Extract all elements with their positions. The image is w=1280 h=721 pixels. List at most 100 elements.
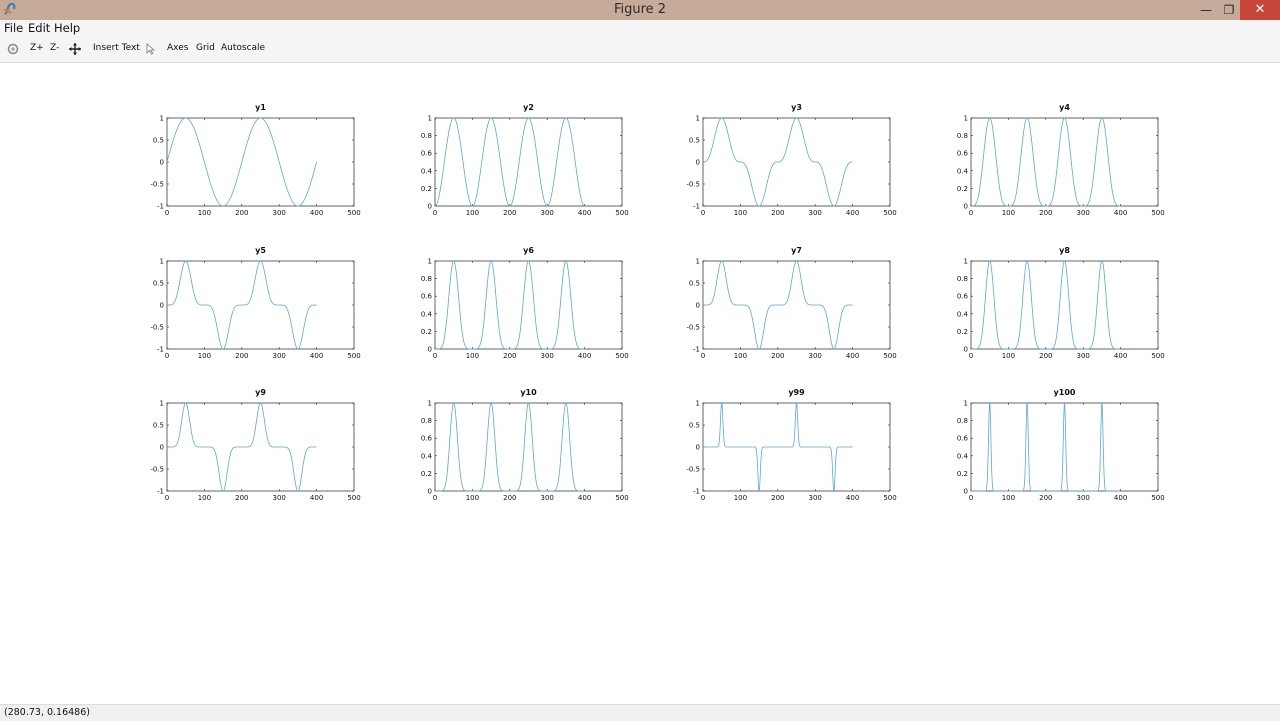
x-tick-label: 500: [347, 352, 360, 360]
x-tick-label: 500: [883, 209, 896, 217]
subplot-y4[interactable]: y4 0 100 200 300 400 500 0 0.2 0.4 0.6 0.8 1: [957, 103, 1165, 217]
x-tick-label: 400: [846, 494, 859, 502]
y-tick-label: 0.8: [421, 417, 432, 425]
x-tick-label: 100: [734, 352, 747, 360]
subplot-y1[interactable]: y1 0 100 200 300 400 500 -1 -0.5 0 0.5 1: [150, 103, 360, 217]
subplot-title: y7: [791, 246, 802, 255]
x-tick-label: 400: [310, 352, 323, 360]
x-tick-label: 100: [198, 352, 211, 360]
x-tick-label: 500: [1151, 209, 1164, 217]
subplot-y3[interactable]: y3 0 100 200 300 400 500 -1 -0.5 0 0.5 1: [686, 103, 896, 217]
x-tick-label: 0: [701, 352, 705, 360]
y-tick-label: 0: [160, 444, 164, 452]
y-tick-label: 1: [428, 400, 432, 408]
subplot-title: y3: [791, 103, 802, 112]
y-tick-label: -1: [693, 203, 700, 211]
subplot-y100[interactable]: y100 0 100 200 300 400 500 0 0.2 0.4 0.6 0.8 1: [957, 388, 1165, 502]
x-tick-label: 200: [1039, 352, 1052, 360]
x-tick-label: 400: [1114, 494, 1127, 502]
series-line-y5: [167, 260, 317, 350]
y-tick-label: 0.2: [957, 328, 968, 336]
x-tick-label: 0: [969, 494, 973, 502]
axes-box: [702, 260, 891, 350]
subplot-y6[interactable]: y6 0 100 200 300 400 500 0 0.2 0.4 0.6 0.8 1: [421, 246, 629, 360]
y-tick-label: 1: [964, 115, 968, 123]
subplot-title: y9: [255, 388, 266, 397]
x-tick-label: 300: [541, 494, 554, 502]
x-tick-label: 100: [198, 209, 211, 217]
y-tick-label: 0.8: [957, 275, 968, 283]
x-tick-label: 100: [1002, 352, 1015, 360]
y-tick-label: 0.4: [421, 452, 433, 460]
y-tick-label: 1: [964, 258, 968, 266]
series-line-y10: [435, 402, 585, 492]
x-tick-label: 100: [734, 209, 747, 217]
x-tick-label: 0: [433, 352, 437, 360]
y-tick-label: 0.5: [153, 280, 164, 288]
x-tick-label: 200: [771, 352, 784, 360]
series-line-y3: [703, 117, 853, 207]
subplot-title: y2: [523, 103, 534, 112]
x-tick-label: 200: [503, 209, 516, 217]
x-tick-label: 200: [771, 494, 784, 502]
subplot-y2[interactable]: y2 0 100 200 300 400 500 0 0.2 0.4 0.6 0.8 1: [421, 103, 629, 217]
y-tick-label: 0.4: [957, 310, 969, 318]
x-tick-label: 500: [1151, 352, 1164, 360]
y-tick-label: 0.4: [957, 167, 969, 175]
x-tick-label: 100: [466, 352, 479, 360]
x-tick-label: 400: [578, 352, 591, 360]
x-tick-label: 500: [615, 209, 628, 217]
y-tick-label: 0: [964, 488, 968, 496]
x-tick-label: 400: [1114, 352, 1127, 360]
series-line-y8: [971, 260, 1121, 350]
x-tick-label: 500: [883, 352, 896, 360]
subplot-y5[interactable]: y5 0 100 200 300 400 500 -1 -0.5 0 0.5 1: [150, 246, 360, 360]
y-tick-label: 0.4: [421, 167, 433, 175]
x-tick-label: 400: [578, 494, 591, 502]
y-tick-label: 0: [696, 159, 700, 167]
subplot-y9[interactable]: y9 0 100 200 300 400 500 -1 -0.5 0 0.5 1: [150, 388, 360, 502]
x-tick-label: 400: [310, 494, 323, 502]
y-tick-label: 1: [428, 115, 432, 123]
series-line-y9: [167, 402, 317, 492]
cursor-coordinates: (280.73, 0.16486): [4, 707, 90, 718]
x-tick-label: 200: [1039, 494, 1052, 502]
x-tick-label: 400: [1114, 209, 1127, 217]
y-tick-label: 1: [964, 400, 968, 408]
x-tick-label: 0: [433, 494, 437, 502]
x-tick-label: 400: [578, 209, 591, 217]
x-tick-label: 300: [1077, 352, 1090, 360]
y-tick-label: 1: [696, 400, 700, 408]
y-tick-label: 1: [696, 258, 700, 266]
y-tick-label: -0.5: [686, 181, 700, 189]
subplot-y10[interactable]: y10 0 100 200 300 400 500 0 0.2 0.4 0.6 0.8 1: [421, 388, 629, 502]
series-line-y99: [703, 402, 853, 492]
y-tick-label: 1: [160, 115, 164, 123]
subplot-y8[interactable]: y8 0 100 200 300 400 500 0 0.2 0.4 0.6 0.8 1: [957, 246, 1165, 360]
y-tick-label: -0.5: [686, 324, 700, 332]
subplot-y99[interactable]: y99 0 100 200 300 400 500 -1 -0.5 0 0.5 1: [686, 388, 896, 502]
y-tick-label: 0: [160, 159, 164, 167]
y-tick-label: 0: [696, 302, 700, 310]
y-tick-label: -0.5: [150, 466, 164, 474]
y-tick-label: 0: [428, 346, 432, 354]
x-tick-label: 300: [541, 352, 554, 360]
y-tick-label: 0.8: [957, 132, 968, 140]
subplot-y7[interactable]: y7 0 100 200 300 400 500 -1 -0.5 0 0.5 1: [686, 246, 896, 360]
series-line-y1: [166, 117, 317, 207]
y-tick-label: 0.5: [689, 137, 700, 145]
series-line-y7: [703, 260, 853, 350]
x-tick-label: 200: [235, 209, 248, 217]
x-tick-label: 500: [347, 494, 360, 502]
axes-box: [434, 402, 623, 492]
y-tick-label: 0: [428, 488, 432, 496]
x-tick-label: 300: [541, 209, 554, 217]
x-tick-label: 400: [310, 209, 323, 217]
series-line-y4: [971, 117, 1121, 207]
axes-box: [702, 117, 891, 207]
figure-canvas[interactable]: y10 100 200 300 400 500-1-0.500.51y20 100 200 30…: [0, 0, 1280, 720]
y-tick-label: 0.5: [689, 280, 700, 288]
x-tick-label: 300: [1077, 209, 1090, 217]
x-tick-label: 500: [883, 494, 896, 502]
subplot-title: y10: [520, 388, 537, 397]
